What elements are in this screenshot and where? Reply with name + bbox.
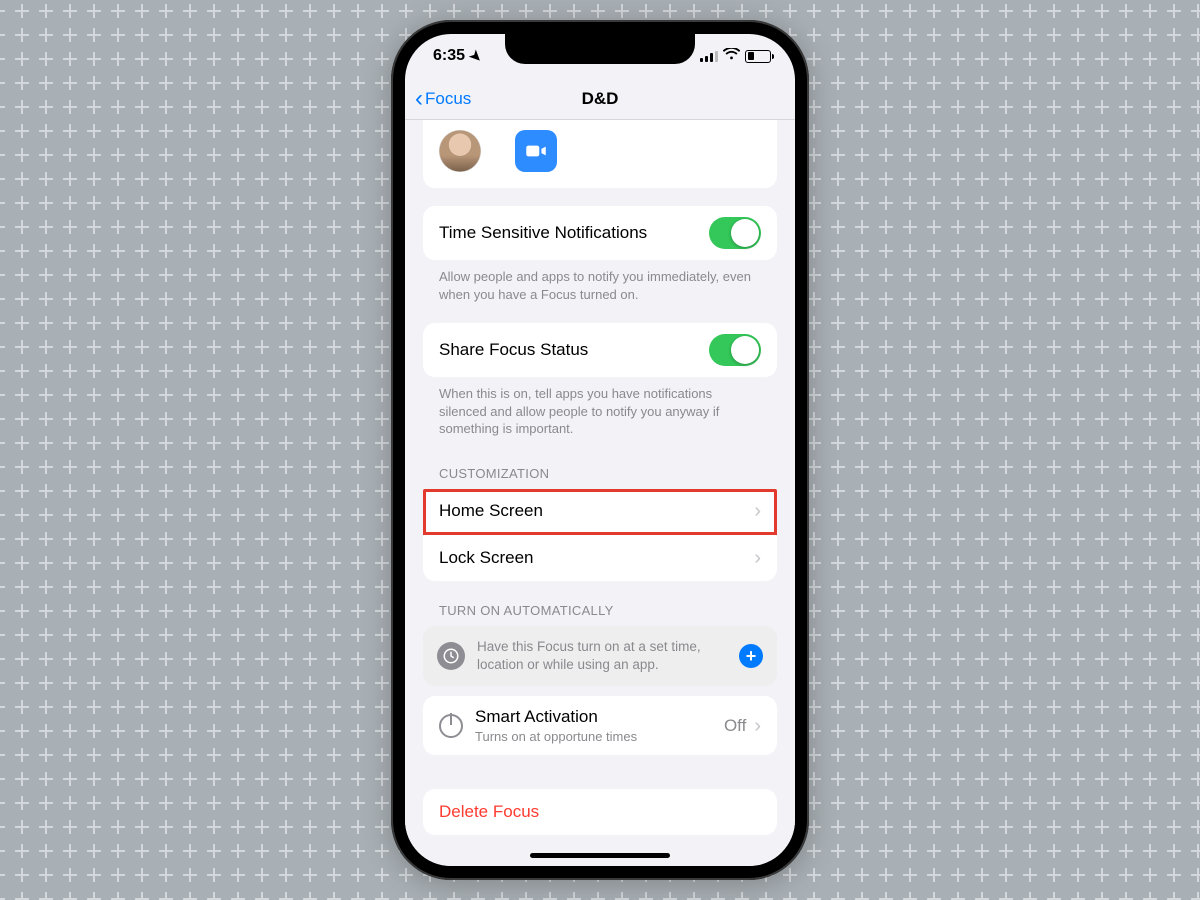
content-scroll[interactable]: Time Sensitive Notifications Allow peopl…	[405, 120, 795, 866]
wifi-icon	[723, 47, 740, 65]
chevron-right-icon: ›	[754, 716, 761, 736]
delete-card: Delete Focus	[423, 789, 777, 835]
share-status-card: Share Focus Status	[423, 323, 777, 377]
chevron-left-icon: ‹	[415, 87, 423, 111]
time-sensitive-label: Time Sensitive Notifications	[439, 223, 709, 243]
smart-activation-label: Smart Activation	[475, 707, 637, 727]
clock-icon	[437, 642, 465, 670]
share-status-row[interactable]: Share Focus Status	[423, 323, 777, 377]
phone-frame: 6:35 ➤ ‹ Focus D&D	[391, 20, 809, 880]
location-arrow-icon: ➤	[466, 46, 486, 66]
cellular-signal-icon	[700, 51, 718, 62]
home-indicator[interactable]	[530, 853, 670, 858]
time-sensitive-footer: Allow people and apps to notify you imme…	[405, 260, 795, 309]
phone-screen: 6:35 ➤ ‹ Focus D&D	[405, 34, 795, 866]
share-status-toggle[interactable]	[709, 334, 761, 366]
share-status-footer: When this is on, tell apps you have noti…	[405, 377, 795, 444]
contact-avatar[interactable]	[439, 130, 481, 172]
allowed-notifications-card[interactable]	[423, 120, 777, 188]
time-sensitive-card: Time Sensitive Notifications	[423, 206, 777, 260]
back-button[interactable]: ‹ Focus	[415, 78, 471, 119]
smart-activation-row[interactable]: Smart Activation Turns on at opportune t…	[423, 696, 777, 755]
section-automation: TURN ON AUTOMATICALLY	[405, 581, 795, 626]
back-label: Focus	[425, 89, 471, 109]
zoom-app-icon[interactable]	[515, 130, 557, 172]
smart-activation-card: Smart Activation Turns on at opportune t…	[423, 696, 777, 755]
section-customization: CUSTOMIZATION	[405, 444, 795, 489]
lock-screen-row[interactable]: Lock Screen ›	[423, 535, 777, 581]
smart-activation-value: Off	[724, 716, 746, 736]
power-icon	[439, 714, 463, 738]
customization-card: Home Screen › Lock Screen ›	[423, 489, 777, 581]
automation-info-text: Have this Focus turn on at a set time, l…	[477, 638, 727, 674]
time-sensitive-row[interactable]: Time Sensitive Notifications	[423, 206, 777, 260]
battery-icon	[745, 50, 771, 63]
chevron-right-icon: ›	[754, 548, 761, 568]
home-screen-row[interactable]: Home Screen ›	[423, 489, 777, 535]
delete-focus-button[interactable]: Delete Focus	[423, 789, 777, 835]
chevron-right-icon: ›	[754, 501, 761, 521]
lock-screen-label: Lock Screen	[439, 548, 754, 568]
page-title: D&D	[582, 89, 619, 109]
time-sensitive-toggle[interactable]	[709, 217, 761, 249]
smart-activation-sub: Turns on at opportune times	[475, 729, 637, 744]
share-status-label: Share Focus Status	[439, 340, 709, 360]
notch	[505, 34, 695, 64]
automation-info[interactable]: Have this Focus turn on at a set time, l…	[423, 626, 777, 686]
status-time: 6:35	[433, 47, 465, 65]
delete-focus-label: Delete Focus	[439, 802, 761, 822]
nav-bar: ‹ Focus D&D	[405, 78, 795, 120]
home-screen-label: Home Screen	[439, 501, 754, 521]
add-automation-button[interactable]: +	[739, 644, 763, 668]
